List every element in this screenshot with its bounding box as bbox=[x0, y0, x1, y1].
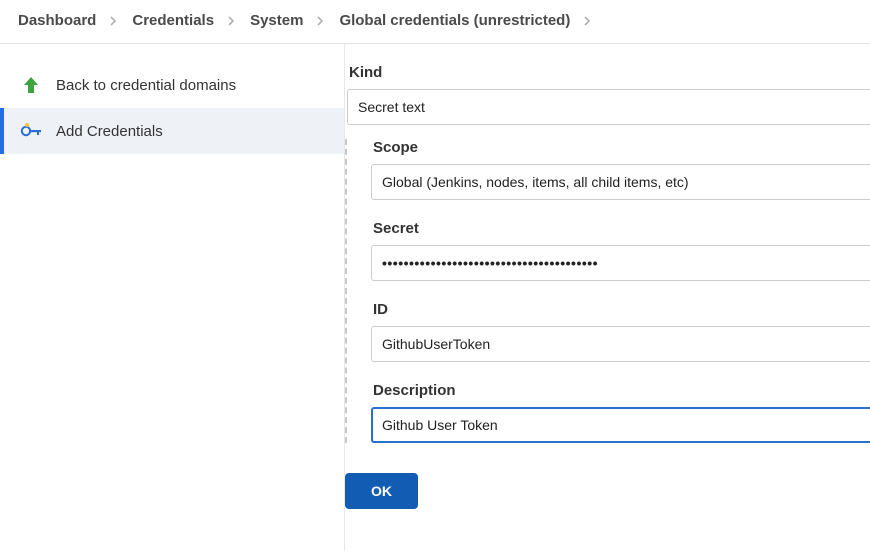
ok-button[interactable]: OK bbox=[345, 473, 418, 509]
breadcrumb-item-credentials[interactable]: Credentials bbox=[132, 12, 214, 29]
main-form: Kind Scope Secret ID Description OK bbox=[345, 44, 870, 551]
kind-label: Kind bbox=[347, 64, 870, 81]
breadcrumb: Dashboard Credentials System Global cred… bbox=[0, 0, 870, 44]
chevron-right-icon bbox=[100, 16, 128, 26]
scope-label: Scope bbox=[371, 139, 870, 156]
breadcrumb-item-system[interactable]: System bbox=[250, 12, 303, 29]
sidebar-item-label: Add Credentials bbox=[56, 123, 163, 140]
id-label: ID bbox=[371, 301, 870, 318]
sidebar-item-label: Back to credential domains bbox=[56, 77, 236, 94]
kind-select[interactable] bbox=[347, 89, 870, 125]
secret-label: Secret bbox=[371, 220, 870, 237]
key-icon bbox=[20, 120, 42, 142]
scope-select[interactable] bbox=[371, 164, 870, 200]
id-input[interactable] bbox=[371, 326, 870, 362]
sidebar: Back to credential domains Add Credentia… bbox=[0, 44, 345, 551]
sidebar-item-back[interactable]: Back to credential domains bbox=[0, 62, 344, 108]
description-input[interactable] bbox=[371, 407, 870, 443]
chevron-right-icon bbox=[574, 16, 602, 26]
description-label: Description bbox=[371, 382, 870, 399]
chevron-right-icon bbox=[307, 16, 335, 26]
up-arrow-icon bbox=[20, 74, 42, 96]
sidebar-item-add-credentials[interactable]: Add Credentials bbox=[0, 108, 344, 154]
chevron-right-icon bbox=[218, 16, 246, 26]
secret-input[interactable] bbox=[371, 245, 870, 281]
breadcrumb-item-dashboard[interactable]: Dashboard bbox=[18, 12, 96, 29]
breadcrumb-item-global-credentials[interactable]: Global credentials (unrestricted) bbox=[339, 12, 570, 29]
